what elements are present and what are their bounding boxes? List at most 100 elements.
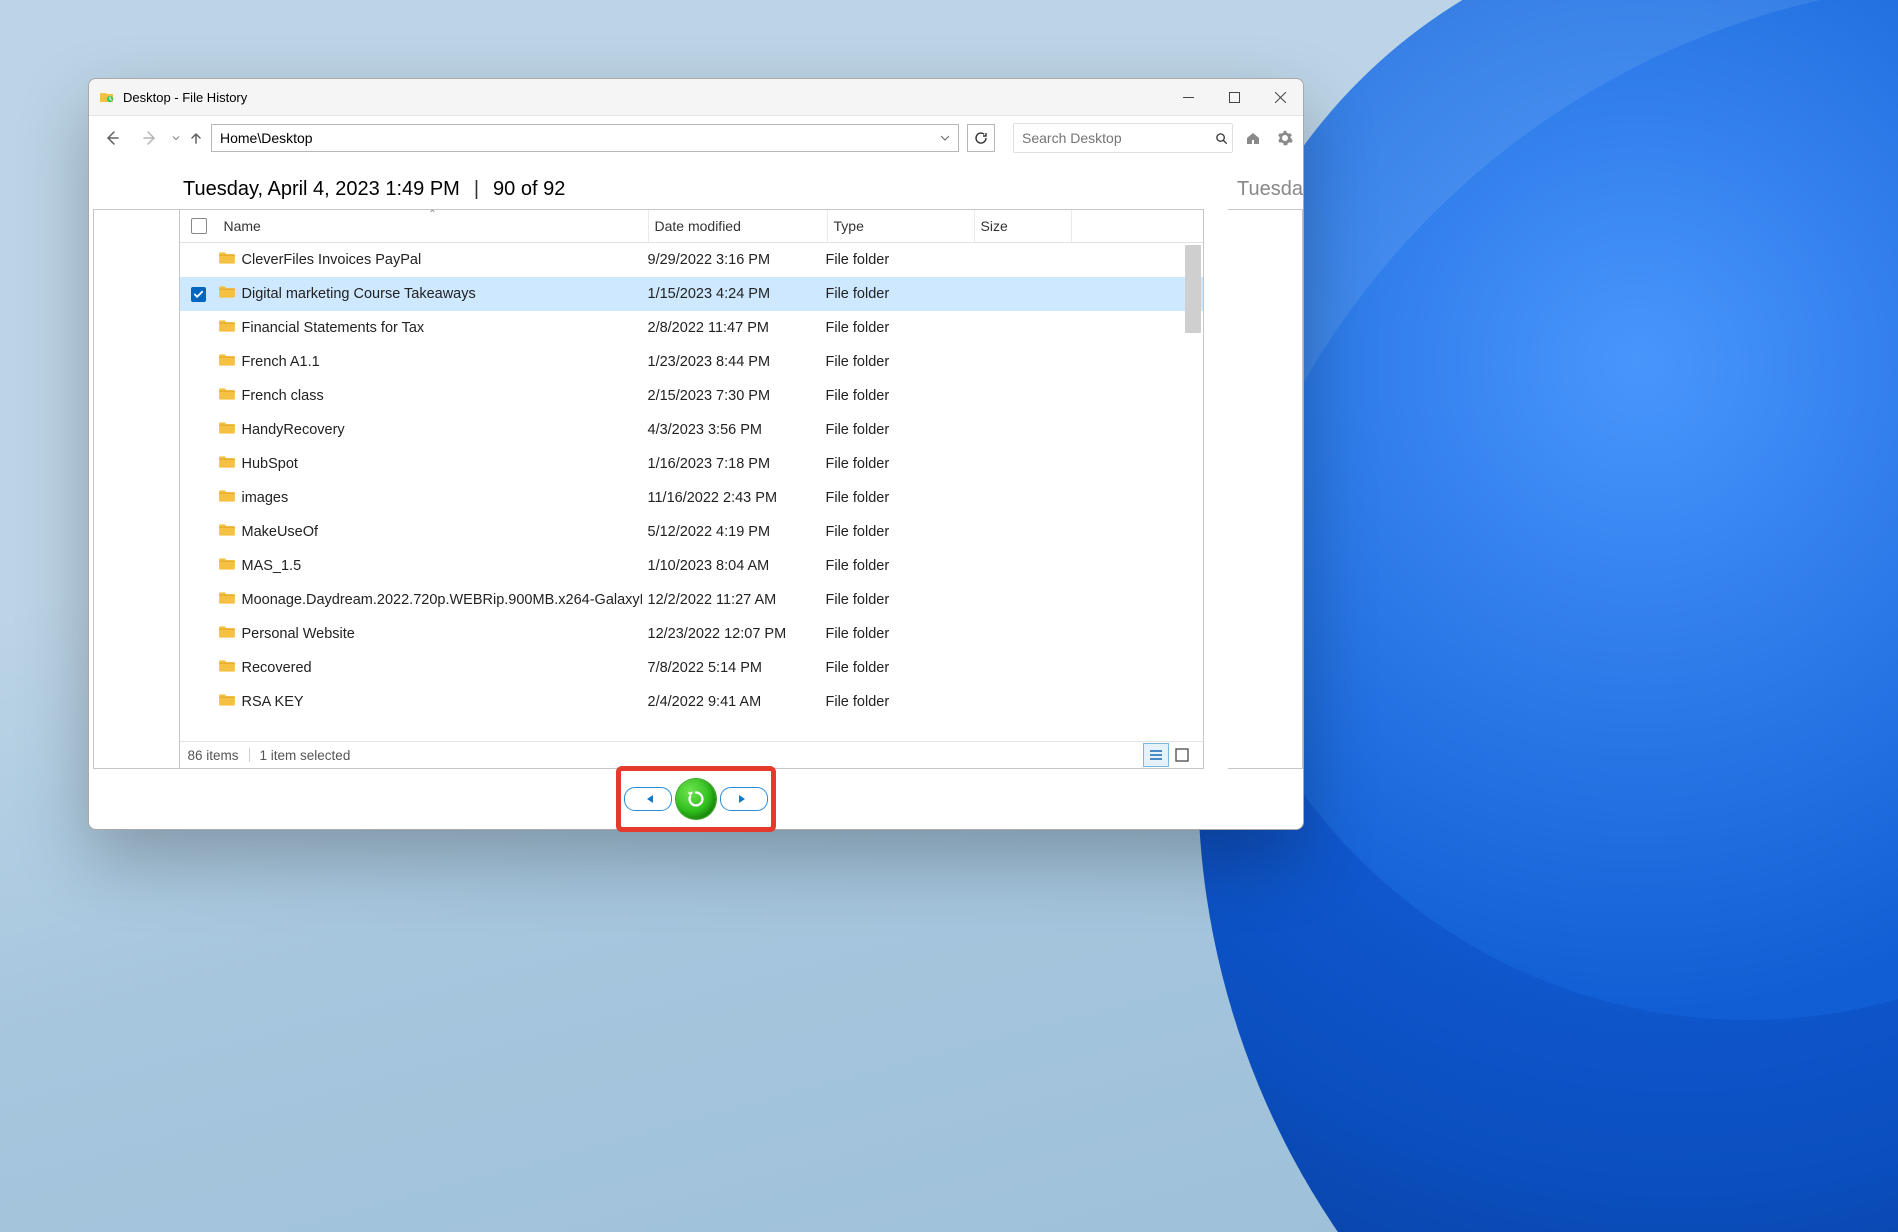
app-icon bbox=[99, 89, 115, 105]
column-type[interactable]: Type bbox=[828, 210, 975, 242]
table-row[interactable]: Recovered7/8/2022 5:14 PMFile folder bbox=[180, 651, 1204, 685]
table-row[interactable]: Digital marketing Course Takeaways1/15/2… bbox=[180, 277, 1204, 311]
folder-icon bbox=[218, 283, 242, 305]
cell-date: 11/16/2022 2:43 PM bbox=[642, 490, 820, 506]
cell-name: MakeUseOf bbox=[218, 521, 642, 543]
folder-icon bbox=[218, 351, 242, 373]
prev-version-pane[interactable] bbox=[93, 209, 180, 769]
folder-icon bbox=[218, 249, 242, 271]
cell-type: File folder bbox=[820, 490, 966, 506]
folder-icon bbox=[218, 385, 242, 407]
status-items: 86 items bbox=[188, 748, 239, 763]
row-checkbox[interactable] bbox=[180, 287, 218, 302]
column-headers: Name ⌃ Date modified Type Size bbox=[180, 210, 1204, 243]
minimize-button[interactable] bbox=[1165, 79, 1211, 115]
folder-icon bbox=[218, 555, 242, 577]
cell-date: 1/23/2023 8:44 PM bbox=[642, 354, 820, 370]
cell-date: 12/2/2022 11:27 AM bbox=[642, 592, 820, 608]
table-row[interactable]: MAS_1.51/10/2023 8:04 AMFile folder bbox=[180, 549, 1204, 583]
search-icon[interactable] bbox=[1211, 132, 1232, 145]
folder-icon bbox=[218, 589, 242, 611]
cell-name: Financial Statements for Tax bbox=[218, 317, 642, 339]
table-row[interactable]: CleverFiles Invoices PayPal9/29/2022 3:1… bbox=[180, 243, 1204, 277]
table-row[interactable]: Moonage.Daydream.2022.720p.WEBRip.900MB.… bbox=[180, 583, 1204, 617]
table-row[interactable]: French A1.11/23/2023 8:44 PMFile folder bbox=[180, 345, 1204, 379]
cell-name: MAS_1.5 bbox=[218, 555, 642, 577]
table-row[interactable]: images11/16/2022 2:43 PMFile folder bbox=[180, 481, 1204, 515]
cell-type: File folder bbox=[820, 354, 966, 370]
window-title: Desktop - File History bbox=[123, 90, 247, 105]
cell-name: Digital marketing Course Takeaways bbox=[218, 283, 642, 305]
column-name[interactable]: Name ⌃ bbox=[218, 210, 649, 242]
cell-date: 1/10/2023 8:04 AM bbox=[642, 558, 820, 574]
view-icons-button[interactable] bbox=[1169, 743, 1195, 767]
history-dropdown[interactable] bbox=[171, 134, 181, 142]
cell-date: 1/15/2023 4:24 PM bbox=[642, 286, 820, 302]
cell-name: HandyRecovery bbox=[218, 419, 642, 441]
next-version-pane[interactable] bbox=[1228, 209, 1303, 769]
cell-type: File folder bbox=[820, 320, 966, 336]
view-details-button[interactable] bbox=[1143, 743, 1169, 767]
cell-date: 2/4/2022 9:41 AM bbox=[642, 694, 820, 710]
annotation-highlight bbox=[616, 766, 776, 832]
cell-date: 12/23/2022 12:07 PM bbox=[642, 626, 820, 642]
cell-name: images bbox=[218, 487, 642, 509]
column-date[interactable]: Date modified bbox=[649, 210, 828, 242]
forward-button[interactable] bbox=[133, 121, 167, 155]
version-timestamp: Tuesday, April 4, 2023 1:49 PM bbox=[183, 178, 460, 201]
cell-date: 2/8/2022 11:47 PM bbox=[642, 320, 820, 336]
cell-date: 1/16/2023 7:18 PM bbox=[642, 456, 820, 472]
folder-icon bbox=[218, 691, 242, 713]
version-header: Tuesday, April 4, 2023 1:49 PM | 90 of 9… bbox=[89, 160, 1303, 209]
cell-date: 2/15/2023 7:30 PM bbox=[642, 388, 820, 404]
cell-type: File folder bbox=[820, 524, 966, 540]
cell-type: File folder bbox=[820, 592, 966, 608]
select-all-checkbox[interactable] bbox=[180, 218, 218, 234]
table-row[interactable]: RSA KEY2/4/2022 9:41 AMFile folder bbox=[180, 685, 1204, 719]
address-bar[interactable] bbox=[211, 124, 959, 152]
sort-indicator-icon: ⌃ bbox=[428, 209, 436, 220]
close-button[interactable] bbox=[1257, 79, 1303, 115]
next-version-peek: Tuesda bbox=[1237, 178, 1303, 201]
table-row[interactable]: Personal Website12/23/2022 12:07 PMFile … bbox=[180, 617, 1204, 651]
folder-icon bbox=[218, 487, 242, 509]
cell-name: Personal Website bbox=[218, 623, 642, 645]
scrollbar[interactable] bbox=[1185, 245, 1201, 333]
search-box[interactable] bbox=[1013, 123, 1233, 153]
folder-icon bbox=[218, 657, 242, 679]
address-input[interactable] bbox=[212, 125, 932, 151]
cell-name: Recovered bbox=[218, 657, 642, 679]
cell-name: French class bbox=[218, 385, 642, 407]
cell-date: 7/8/2022 5:14 PM bbox=[642, 660, 820, 676]
gear-icon[interactable] bbox=[1273, 126, 1297, 150]
cell-type: File folder bbox=[820, 694, 966, 710]
table-row[interactable]: MakeUseOf5/12/2022 4:19 PMFile folder bbox=[180, 515, 1204, 549]
cell-type: File folder bbox=[820, 388, 966, 404]
titlebar: Desktop - File History bbox=[89, 79, 1303, 116]
folder-icon bbox=[218, 419, 242, 441]
table-row[interactable]: Financial Statements for Tax2/8/2022 11:… bbox=[180, 311, 1204, 345]
column-size[interactable]: Size bbox=[975, 210, 1072, 242]
file-list-pane: Name ⌃ Date modified Type Size CleverFil… bbox=[179, 209, 1205, 769]
table-row[interactable]: HubSpot1/16/2023 7:18 PMFile folder bbox=[180, 447, 1204, 481]
cell-type: File folder bbox=[820, 660, 966, 676]
cell-name: RSA KEY bbox=[218, 691, 642, 713]
nav-toolbar bbox=[89, 116, 1303, 160]
table-row[interactable]: HandyRecovery4/3/2023 3:56 PMFile folder bbox=[180, 413, 1204, 447]
cell-date: 9/29/2022 3:16 PM bbox=[642, 252, 820, 268]
cell-date: 4/3/2023 3:56 PM bbox=[642, 422, 820, 438]
home-icon[interactable] bbox=[1241, 126, 1265, 150]
refresh-button[interactable] bbox=[967, 124, 995, 152]
cell-type: File folder bbox=[820, 252, 966, 268]
back-button[interactable] bbox=[95, 121, 129, 155]
cell-type: File folder bbox=[820, 626, 966, 642]
maximize-button[interactable] bbox=[1211, 79, 1257, 115]
table-row[interactable]: French class2/15/2023 7:30 PMFile folder bbox=[180, 379, 1204, 413]
cell-name: HubSpot bbox=[218, 453, 642, 475]
cell-type: File folder bbox=[820, 456, 966, 472]
up-button[interactable] bbox=[185, 131, 207, 145]
address-dropdown[interactable] bbox=[932, 125, 958, 151]
search-input[interactable] bbox=[1014, 130, 1211, 146]
folder-icon bbox=[218, 521, 242, 543]
status-selected: 1 item selected bbox=[260, 748, 351, 763]
